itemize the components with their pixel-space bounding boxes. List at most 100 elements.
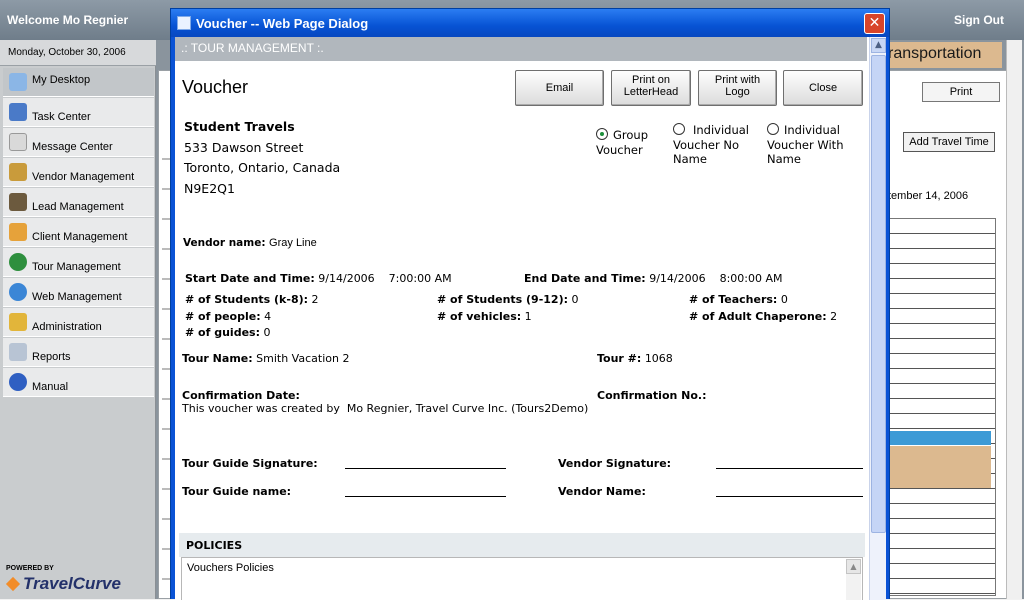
company-postal: N9E2Q1 (184, 180, 235, 196)
tour-name-value: Smith Vacation 2 (256, 352, 350, 365)
powered-by-text: POWERED BY (6, 565, 54, 572)
company-name: Student Travels (184, 119, 295, 134)
field-label: Vendor name: (183, 237, 266, 249)
vendor-name-label: Vendor Name: (558, 485, 646, 498)
radio-label: Name (767, 152, 801, 166)
lock-icon (9, 313, 27, 331)
policies-text: Vouchers Policies (187, 562, 274, 574)
teachers-row: # of Teachers: 0 (689, 293, 788, 306)
created-by-text: This voucher was created by Mo Regnier, … (182, 402, 589, 415)
print-logo-label: Print with (714, 74, 761, 86)
teachers-value: 0 (780, 293, 788, 306)
print-letterhead-button[interactable]: Print on LetterHead (611, 70, 691, 106)
section-title: ransportation (884, 42, 1002, 68)
schedule-grid (884, 218, 996, 596)
policies-scrollbar[interactable]: ▲ (846, 559, 861, 600)
chaperone-row: # of Adult Chaperone: 2 (689, 310, 837, 323)
field-label: Confirmation Date: (182, 389, 300, 402)
scroll-thumb[interactable] (871, 55, 886, 533)
sidebar-item-administration[interactable]: Administration (3, 308, 154, 337)
end-date-row: End Date and Time: 9/14/2006 8:00:00 AM (524, 272, 783, 285)
field-label: End Date and Time: (524, 272, 646, 285)
vendor-name-row: Vendor name: Gray Line (183, 236, 317, 249)
guide-name-line (345, 496, 506, 497)
sidebar-item-lead-management[interactable]: Lead Management (3, 188, 154, 217)
sign-out-link[interactable]: Sign Out (954, 13, 1004, 27)
help-icon (9, 373, 27, 391)
sidebar-item-task-center[interactable]: Task Center (3, 98, 154, 127)
sidebar-item-label: Administration (32, 321, 102, 333)
sidebar-item-my-desktop[interactable]: My Desktop (3, 68, 154, 97)
sidebar-item-label: Client Management (32, 231, 128, 243)
dialog-scrollbar[interactable]: ▲ (869, 37, 886, 600)
radio-group-voucher[interactable]: Group Voucher (596, 128, 648, 157)
field-label: # of people: (185, 310, 261, 323)
radio-unselected-icon[interactable] (767, 123, 779, 135)
print-logo-button[interactable]: Print with Logo (698, 70, 777, 106)
policies-textarea[interactable]: Vouchers Policies ▲ (181, 557, 863, 600)
radio-unselected-icon[interactable] (673, 123, 685, 135)
field-label: # of Students (k-8): (185, 293, 309, 306)
sidebar-item-label: Vendor Management (32, 171, 135, 183)
students-k8-value: 2 (311, 293, 319, 306)
add-travel-time-button[interactable]: Add Travel Time (903, 132, 995, 152)
sidebar-item-label: Tour Management (32, 261, 121, 273)
scroll-up-icon[interactable]: ▲ (871, 38, 886, 53)
page-scrollbar[interactable] (1006, 40, 1022, 599)
radio-label: Name (673, 152, 707, 166)
vendor-signature-label: Vendor Signature: (558, 457, 671, 470)
radio-individual-with-name[interactable]: Individual Voucher With Name (767, 123, 843, 167)
field-label: # of vehicles: (437, 310, 522, 323)
email-button[interactable]: Email (515, 70, 604, 106)
client-icon (9, 223, 27, 241)
sidebar-item-label: Task Center (32, 111, 91, 123)
close-icon[interactable]: ✕ (864, 13, 885, 34)
tour-number-row: Tour #: 1068 (597, 352, 673, 365)
print-button[interactable]: Print (922, 82, 1000, 102)
close-button[interactable]: Close (783, 70, 863, 106)
schedule-slot-selected[interactable] (885, 431, 991, 445)
travelcurve-logo: TravelCurve (5, 574, 121, 594)
field-label: Confirmation No.: (597, 389, 707, 402)
schedule-date: tember 14, 2006 (888, 190, 969, 202)
logo-diamond-icon (5, 576, 21, 592)
tour-name-row: Tour Name: Smith Vacation 2 (182, 352, 349, 365)
page-title: Voucher (182, 77, 249, 97)
welcome-text: Welcome Mo Regnier (7, 13, 129, 27)
reports-icon (9, 343, 27, 361)
students-k8-row: # of Students (k-8): 2 (185, 293, 319, 306)
students-912-row: # of Students (9-12): 0 (437, 293, 579, 306)
people-value: 4 (264, 310, 272, 323)
policies-header: POLICIES (179, 533, 865, 557)
task-icon (9, 103, 27, 121)
sidebar-item-tour-management[interactable]: Tour Management (3, 248, 154, 277)
desktop-icon (9, 73, 27, 91)
company-address: Student Travels 533 Dawson Street Toront… (184, 117, 340, 199)
message-icon (9, 133, 27, 151)
guide-signature-label: Tour Guide Signature: (182, 457, 318, 470)
guide-signature-line (345, 468, 506, 469)
web-icon (9, 283, 27, 301)
dialog-title-bar[interactable]: Voucher -- Web Page Dialog ✕ (171, 9, 889, 37)
tour-number-value: 1068 (644, 352, 673, 365)
field-label: Start Date and Time: (185, 272, 315, 285)
field-label: # of Students (9-12): (437, 293, 569, 306)
radio-individual-no-name[interactable]: Individual Voucher No Name (673, 123, 749, 167)
sidebar-item-manual[interactable]: Manual (3, 368, 154, 397)
radio-selected-icon[interactable] (596, 128, 608, 140)
email-button-label: Email (545, 82, 574, 94)
vendor-name-value: Gray Line (269, 237, 317, 249)
sidebar-item-label: My Desktop (32, 74, 91, 86)
radio-label: Voucher (596, 142, 643, 157)
sidebar-item-reports[interactable]: Reports (3, 338, 154, 367)
start-date-value: 9/14/2006 7:00:00 AM (318, 272, 452, 285)
globe-icon (9, 253, 27, 271)
scroll-up-icon[interactable]: ▲ (846, 559, 861, 574)
sidebar-item-message-center[interactable]: Message Center (3, 128, 154, 157)
sidebar-item-web-management[interactable]: Web Management (3, 278, 154, 307)
guides-row: # of guides: 0 (185, 326, 270, 339)
print-logo-label: Logo (725, 86, 750, 98)
schedule-slot-booked[interactable] (885, 446, 991, 488)
sidebar-item-vendor-management[interactable]: Vendor Management (3, 158, 154, 187)
sidebar-item-client-management[interactable]: Client Management (3, 218, 154, 247)
